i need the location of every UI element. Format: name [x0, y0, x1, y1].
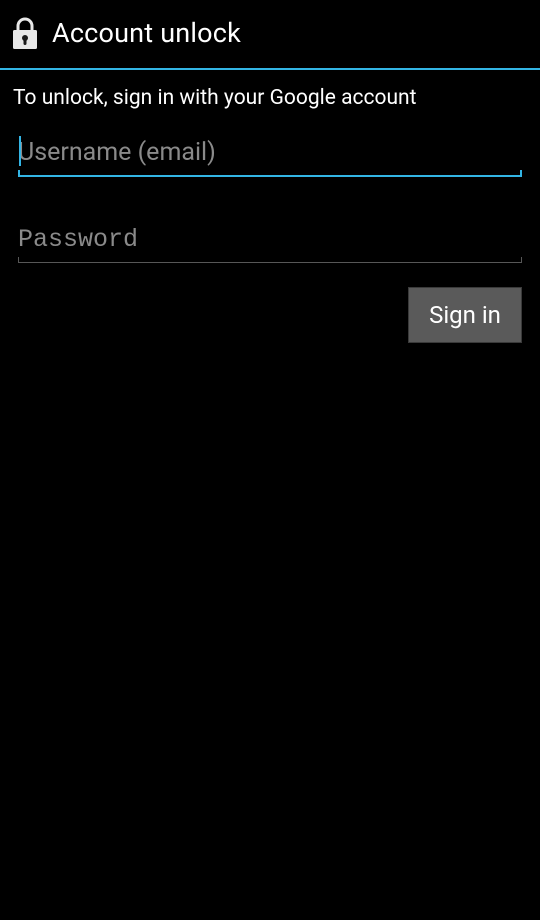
- header-bar: Account unlock: [0, 0, 540, 68]
- password-field-wrap: [18, 219, 522, 263]
- button-row: Sign in: [0, 263, 540, 343]
- page-title: Account unlock: [52, 17, 241, 49]
- username-field-wrap: [18, 132, 522, 177]
- content-area: To unlock, sign in with your Google acco…: [0, 70, 540, 263]
- signin-button[interactable]: Sign in: [408, 287, 522, 343]
- lock-icon: [10, 16, 40, 50]
- password-input[interactable]: [18, 219, 522, 262]
- username-input[interactable]: [18, 132, 522, 175]
- input-underline: [18, 262, 522, 263]
- text-cursor: [19, 136, 21, 166]
- instruction-text: To unlock, sign in with your Google acco…: [13, 86, 527, 110]
- input-underline-focused: [18, 175, 522, 177]
